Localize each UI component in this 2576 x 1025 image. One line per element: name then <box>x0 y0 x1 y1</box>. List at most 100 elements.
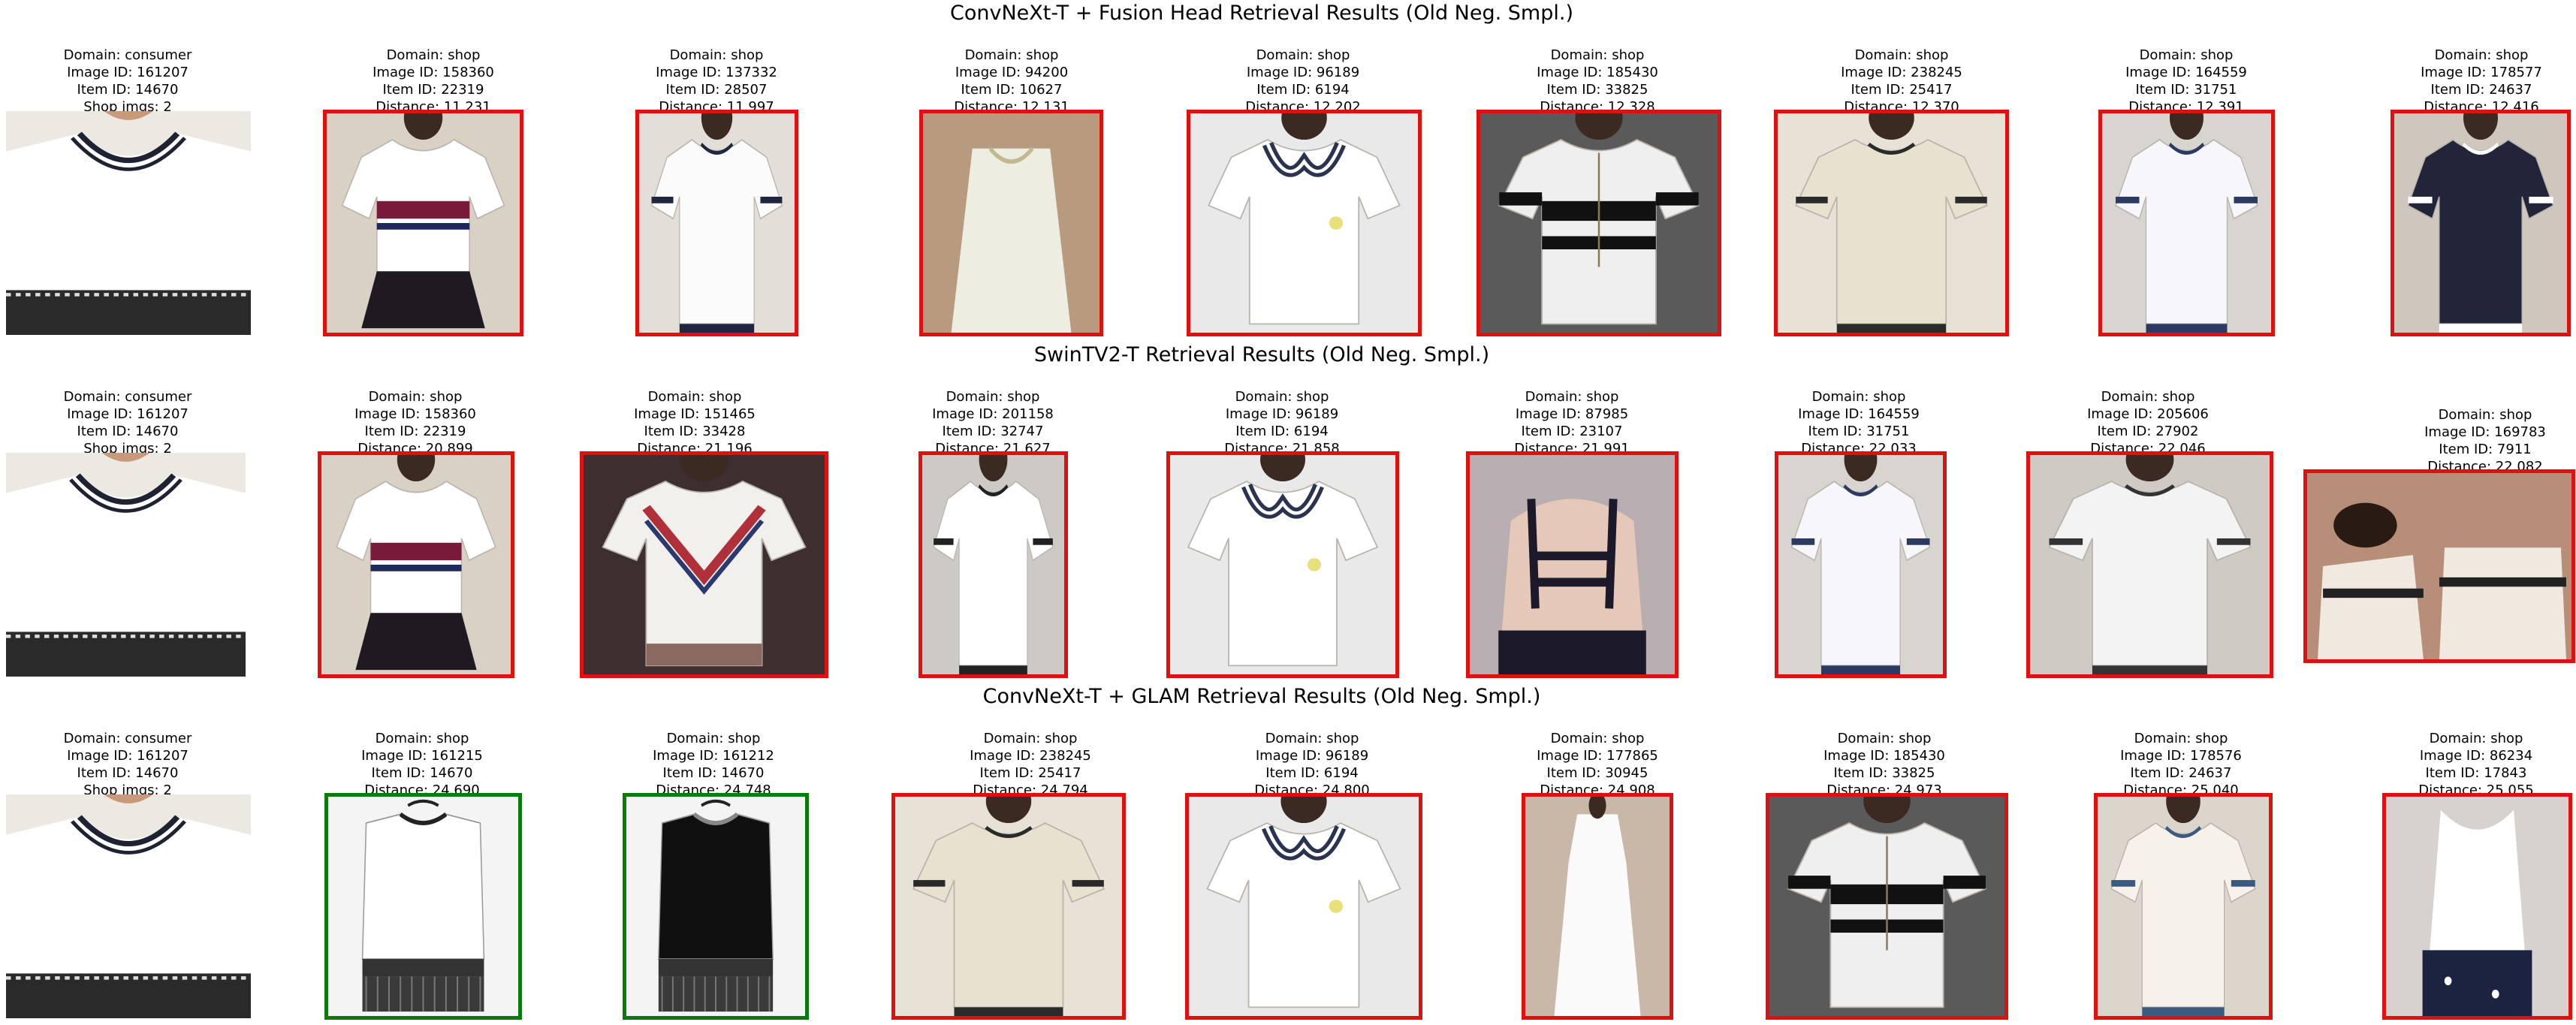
caption: Domain: shop Image ID: 137332 Item ID: 285… <box>656 47 777 116</box>
result-image <box>1466 451 1679 678</box>
query-image <box>6 111 251 335</box>
caption-line: Item ID: 14670 <box>77 82 179 98</box>
caption-line: Item ID: 23107 <box>1521 424 1623 439</box>
caption-line: Item ID: 33428 <box>644 424 746 439</box>
caption-line: Item ID: 31751 <box>2135 82 2237 98</box>
caption-line: Image ID: 185430 <box>1823 748 1945 764</box>
caption: Domain: consumer Image ID: 161207 Item ID:… <box>64 388 192 457</box>
result-image <box>2382 793 2572 1020</box>
result-image <box>1766 793 2008 1020</box>
caption-line: Item ID: 14670 <box>77 765 179 781</box>
result-image <box>1522 793 1673 1020</box>
result-image <box>1185 793 1422 1020</box>
caption-line: Image ID: 161207 <box>67 65 189 80</box>
caption-line: Domain: shop <box>1550 47 1645 63</box>
caption-line: Image ID: 238245 <box>970 748 1091 764</box>
caption-line: Domain: shop <box>2134 731 2228 746</box>
caption: Domain: shop Image ID: 87985 Item ID: 2310… <box>1514 388 1629 457</box>
caption-line: Item ID: 31751 <box>1808 424 1910 439</box>
query-image <box>6 794 251 1018</box>
result-image <box>635 110 798 336</box>
caption-line: Domain: shop <box>1235 389 1329 405</box>
result-image <box>1187 110 1422 336</box>
row-title: ConvNeXt-T + Fusion Head Retrieval Resul… <box>950 2 1573 25</box>
caption-line: Domain: consumer <box>63 47 192 63</box>
caption-line: Domain: shop <box>666 731 761 746</box>
caption-line: Image ID: 169783 <box>2424 424 2546 440</box>
caption: Domain: shop Image ID: 201158 Item ID: 327… <box>932 388 1054 457</box>
caption-line: Item ID: 24637 <box>2430 82 2532 98</box>
caption-line: Image ID: 161215 <box>361 748 483 764</box>
caption-line: Item ID: 30945 <box>1546 765 1648 781</box>
caption: Domain: shop Image ID: 164559 Item ID: 317… <box>2125 47 2247 116</box>
caption: Domain: shop Image ID: 161212 Item ID: 146… <box>653 730 774 799</box>
caption-line: Domain: shop <box>1550 731 1645 746</box>
result-image <box>580 451 828 678</box>
caption-line: Domain: shop <box>1525 389 1619 405</box>
caption-line: Domain: shop <box>1837 731 1932 746</box>
caption-line: Domain: shop <box>1811 389 1906 405</box>
caption-line: Item ID: 6194 <box>1256 82 1350 98</box>
result-image <box>919 110 1103 336</box>
result-image <box>2094 793 2273 1020</box>
caption-line: Image ID: 178577 <box>2421 65 2542 80</box>
caption-line: Item ID: 24637 <box>2130 765 2232 781</box>
caption-line: Domain: shop <box>2139 47 2234 63</box>
caption-line: Item ID: 7911 <box>2439 442 2532 457</box>
caption-line: Domain: shop <box>946 389 1040 405</box>
result-image <box>1477 110 1721 336</box>
caption: Domain: shop Image ID: 238245 Item ID: 254… <box>970 730 1091 799</box>
caption-line: Domain: consumer <box>63 731 192 746</box>
caption: Domain: shop Image ID: 178576 Item ID: 246… <box>2120 730 2242 799</box>
caption-line: Domain: shop <box>368 389 463 405</box>
result-image <box>2098 110 2275 336</box>
caption-line: Item ID: 17843 <box>2425 765 2527 781</box>
result-image <box>623 793 809 1020</box>
caption-line: Domain: shop <box>669 47 764 63</box>
caption: Domain: shop Image ID: 94200 Item ID: 1062… <box>954 47 1069 116</box>
caption: Domain: shop Image ID: 205606 Item ID: 279… <box>2087 388 2209 457</box>
caption: Domain: shop Image ID: 178577 Item ID: 246… <box>2421 47 2542 116</box>
caption-line: Image ID: 151465 <box>634 406 756 422</box>
caption-line: Image ID: 137332 <box>656 65 777 80</box>
caption-line: Domain: shop <box>647 389 742 405</box>
result-image <box>2026 451 2273 678</box>
caption-line: Image ID: 96189 <box>1255 748 1369 764</box>
caption-line: Item ID: 6194 <box>1235 424 1329 439</box>
caption-line: Domain: shop <box>964 47 1059 63</box>
caption: Domain: shop Image ID: 169783 Item ID: 791… <box>2424 406 2546 475</box>
caption-line: Image ID: 86234 <box>2419 748 2533 764</box>
result-image <box>324 793 522 1020</box>
caption-line: Item ID: 25417 <box>979 765 1081 781</box>
caption-line: Item ID: 10627 <box>961 82 1063 98</box>
caption-line: Item ID: 32747 <box>942 424 1044 439</box>
result-image <box>318 451 514 678</box>
caption: Domain: shop Image ID: 158360 Item ID: 223… <box>354 388 476 457</box>
caption: Domain: consumer Image ID: 161207 Item ID:… <box>64 47 192 116</box>
caption: Domain: shop Image ID: 238245 Item ID: 254… <box>1841 47 1962 116</box>
caption-line: Domain: shop <box>2438 407 2532 423</box>
caption-line: Image ID: 164559 <box>2125 65 2247 80</box>
caption-line: Item ID: 33825 <box>1833 765 1935 781</box>
caption-line: Image ID: 205606 <box>2087 406 2209 422</box>
caption-line: Item ID: 28507 <box>665 82 768 98</box>
result-image <box>918 451 1068 678</box>
caption: Domain: shop Image ID: 158360 Item ID: 223… <box>373 47 494 116</box>
caption: Domain: shop Image ID: 151465 Item ID: 334… <box>634 388 756 457</box>
result-image <box>1775 451 1947 678</box>
caption-line: Item ID: 14670 <box>662 765 765 781</box>
caption-line: Item ID: 22319 <box>382 82 484 98</box>
caption: Domain: shop Image ID: 96189 Item ID: 6194… <box>1245 47 1360 116</box>
caption-line: Domain: shop <box>983 731 1078 746</box>
caption: Domain: shop Image ID: 86234 Item ID: 1784… <box>2418 730 2533 799</box>
caption-line: Image ID: 94200 <box>955 65 1069 80</box>
row-title: ConvNeXt-T + GLAM Retrieval Results (Old… <box>982 685 1541 708</box>
caption-line: Image ID: 158360 <box>354 406 476 422</box>
caption: Domain: shop Image ID: 96189 Item ID: 6194… <box>1224 388 1339 457</box>
result-image <box>1166 451 1399 678</box>
caption-line: Item ID: 14670 <box>371 765 473 781</box>
caption-line: Item ID: 27902 <box>2097 424 2199 439</box>
caption-line: Item ID: 14670 <box>77 424 179 439</box>
caption-line: Item ID: 25417 <box>1851 82 1953 98</box>
caption: Domain: shop Image ID: 185430 Item ID: 338… <box>1823 730 1945 799</box>
